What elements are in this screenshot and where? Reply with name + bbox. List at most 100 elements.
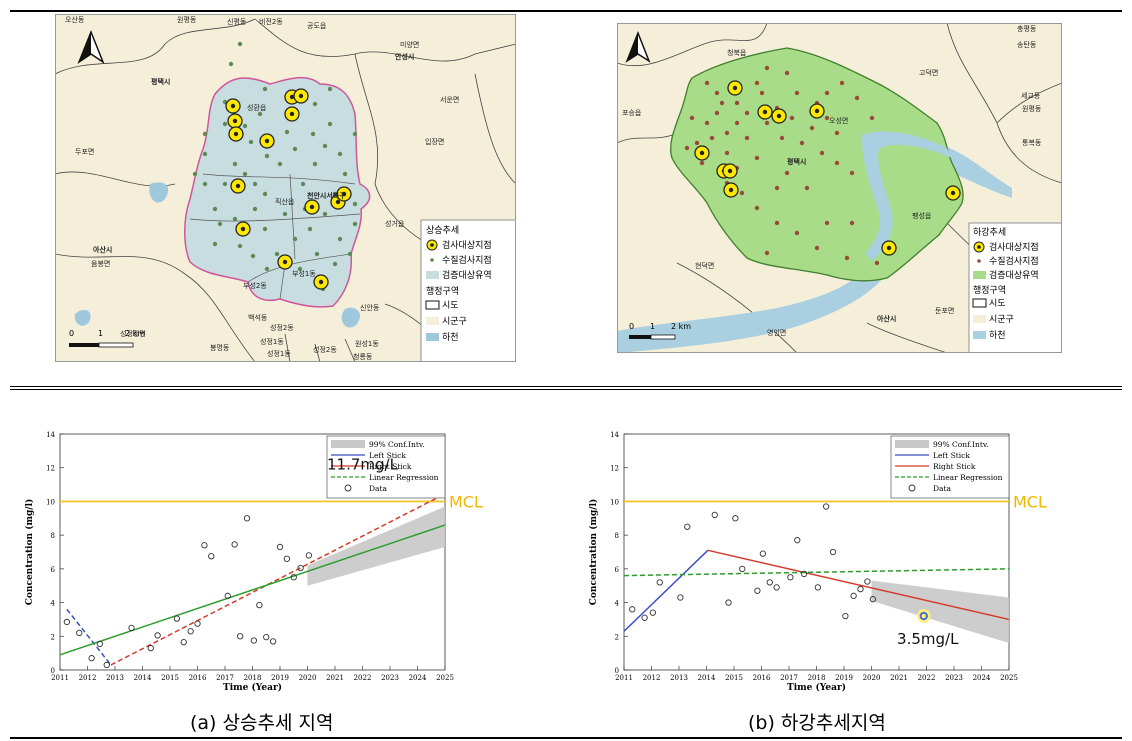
place-label: 입장면 bbox=[425, 137, 444, 146]
sample-point bbox=[874, 260, 880, 266]
target-point bbox=[304, 199, 320, 215]
sample-point bbox=[237, 243, 243, 249]
sample-point bbox=[744, 135, 750, 141]
legend-item: 하천 bbox=[989, 330, 1006, 341]
sample-point bbox=[799, 140, 805, 146]
sample-point bbox=[824, 220, 830, 226]
sample-point bbox=[754, 155, 760, 161]
bottom-rule bbox=[10, 737, 1122, 739]
sample-point bbox=[337, 151, 343, 157]
sample-point bbox=[719, 100, 725, 106]
x-tick-label: 2020 bbox=[863, 674, 881, 682]
sample-point bbox=[262, 226, 268, 232]
sample-point bbox=[262, 191, 268, 197]
sample-point bbox=[709, 135, 715, 141]
sample-point bbox=[242, 123, 248, 129]
target-point bbox=[809, 103, 825, 119]
place-label: 원성1동 bbox=[355, 339, 379, 348]
sample-point bbox=[332, 261, 338, 267]
x-axis-label: Time (Year) bbox=[223, 682, 282, 693]
x-tick-label: 2023 bbox=[945, 674, 963, 682]
legend-item: 수질검사지점 bbox=[442, 254, 492, 266]
x-tick-label: 2011 bbox=[51, 674, 69, 682]
y-tick-label: 8 bbox=[51, 532, 55, 540]
place-label: 비전2동 bbox=[259, 17, 283, 26]
y-tick-label: 10 bbox=[46, 498, 55, 506]
legend-label: Linear Regression bbox=[933, 473, 1003, 482]
y-tick-label: 12 bbox=[610, 465, 619, 473]
place-label: 오성면 bbox=[829, 116, 848, 125]
mcl-label: MCL bbox=[1013, 492, 1047, 511]
sample-point bbox=[734, 100, 740, 106]
legend-item: 시도 bbox=[989, 298, 1006, 309]
target-point bbox=[723, 182, 739, 198]
place-label: 청룡동 bbox=[353, 353, 373, 361]
target-point bbox=[277, 254, 293, 270]
place-label: 서운면 bbox=[440, 95, 459, 104]
place-label: 미양면 bbox=[400, 40, 419, 49]
target-point bbox=[945, 185, 961, 201]
legend-item: 시군구 bbox=[989, 314, 1014, 325]
sample-point bbox=[202, 131, 208, 137]
sample-point bbox=[699, 160, 705, 166]
sample-point bbox=[310, 131, 316, 137]
map-a-svg: 오산동 원평동 신평동 비전2동 공도읍 평택시 안성시 미양면 성환읍 서운면… bbox=[54, 14, 517, 363]
x-tick-label: 2016 bbox=[753, 674, 771, 682]
legend-group-title: 행정구역 bbox=[426, 285, 459, 297]
legend-title: 하강추세 bbox=[973, 227, 1006, 238]
sample-point bbox=[322, 211, 328, 217]
place-label: 음봉면 bbox=[91, 259, 110, 268]
sample-point bbox=[264, 266, 270, 272]
legend-label: Data bbox=[369, 484, 387, 493]
x-tick-label: 2012 bbox=[79, 674, 97, 682]
place-label: 원평동 bbox=[177, 15, 197, 24]
legend-title: 상승추세 bbox=[426, 225, 459, 236]
sample-point bbox=[804, 185, 810, 191]
x-tick-label: 2022 bbox=[918, 674, 936, 682]
sample-point bbox=[754, 80, 760, 86]
caption-a: (a) 상승추세 지역 bbox=[190, 712, 334, 734]
target-point bbox=[727, 80, 743, 96]
chart-b-svg: 024681012142011 2012 2013 2014 2015 2016 2017 2… bbox=[588, 431, 1047, 693]
place-label: 천안시서북구 bbox=[307, 191, 346, 200]
sample-point bbox=[834, 130, 840, 136]
x-axis-label: Time (Year) bbox=[787, 682, 846, 693]
sample-point bbox=[192, 171, 198, 177]
sample-point bbox=[222, 181, 228, 187]
sample-point bbox=[814, 245, 820, 251]
sample-point bbox=[252, 206, 258, 212]
x-tick-label: 2018 bbox=[244, 674, 262, 682]
y-tick-label: 8 bbox=[615, 532, 619, 540]
legend-group-title: 행정구역 bbox=[973, 284, 1006, 296]
target-point bbox=[293, 88, 309, 104]
sample-point bbox=[327, 86, 333, 92]
place-label: 부성2동 bbox=[243, 281, 267, 290]
middle-rule-top bbox=[10, 386, 1122, 387]
highlight-halo bbox=[916, 609, 931, 624]
sample-point bbox=[342, 171, 348, 177]
sample-point bbox=[809, 125, 815, 131]
place-label: 통복동 bbox=[1022, 139, 1042, 147]
x-tick-label: 2014 bbox=[698, 674, 716, 682]
y-tick-label: 4 bbox=[51, 600, 56, 608]
sample-point bbox=[869, 115, 875, 121]
place-label: 포승읍 bbox=[622, 109, 642, 117]
x-tick-label: 2014 bbox=[134, 674, 152, 682]
sample-point bbox=[222, 121, 228, 127]
legend-item: 검사대상지점 bbox=[442, 239, 492, 251]
y-tick-label: 10 bbox=[610, 498, 619, 506]
y-axis-label: Concentration (mg/l) bbox=[588, 499, 599, 605]
sample-point bbox=[232, 161, 238, 167]
y-tick-label: 2 bbox=[51, 633, 55, 641]
map-legend: 상승추세 검사대상지점 수질검사지점 검증대상유역 행정구역 시도 시군구 하천 bbox=[420, 219, 517, 363]
sample-point bbox=[734, 120, 740, 126]
sample-point bbox=[274, 251, 280, 257]
sample-point bbox=[232, 216, 238, 222]
target-point bbox=[881, 240, 897, 256]
target-point bbox=[230, 178, 246, 194]
legend-item: 시군구 bbox=[442, 316, 467, 327]
x-tick-label: 2019 bbox=[271, 674, 289, 682]
scale-label: 0 bbox=[69, 329, 74, 338]
legend-label: Left Stick bbox=[933, 451, 970, 460]
y-tick-label: 2 bbox=[615, 633, 619, 641]
